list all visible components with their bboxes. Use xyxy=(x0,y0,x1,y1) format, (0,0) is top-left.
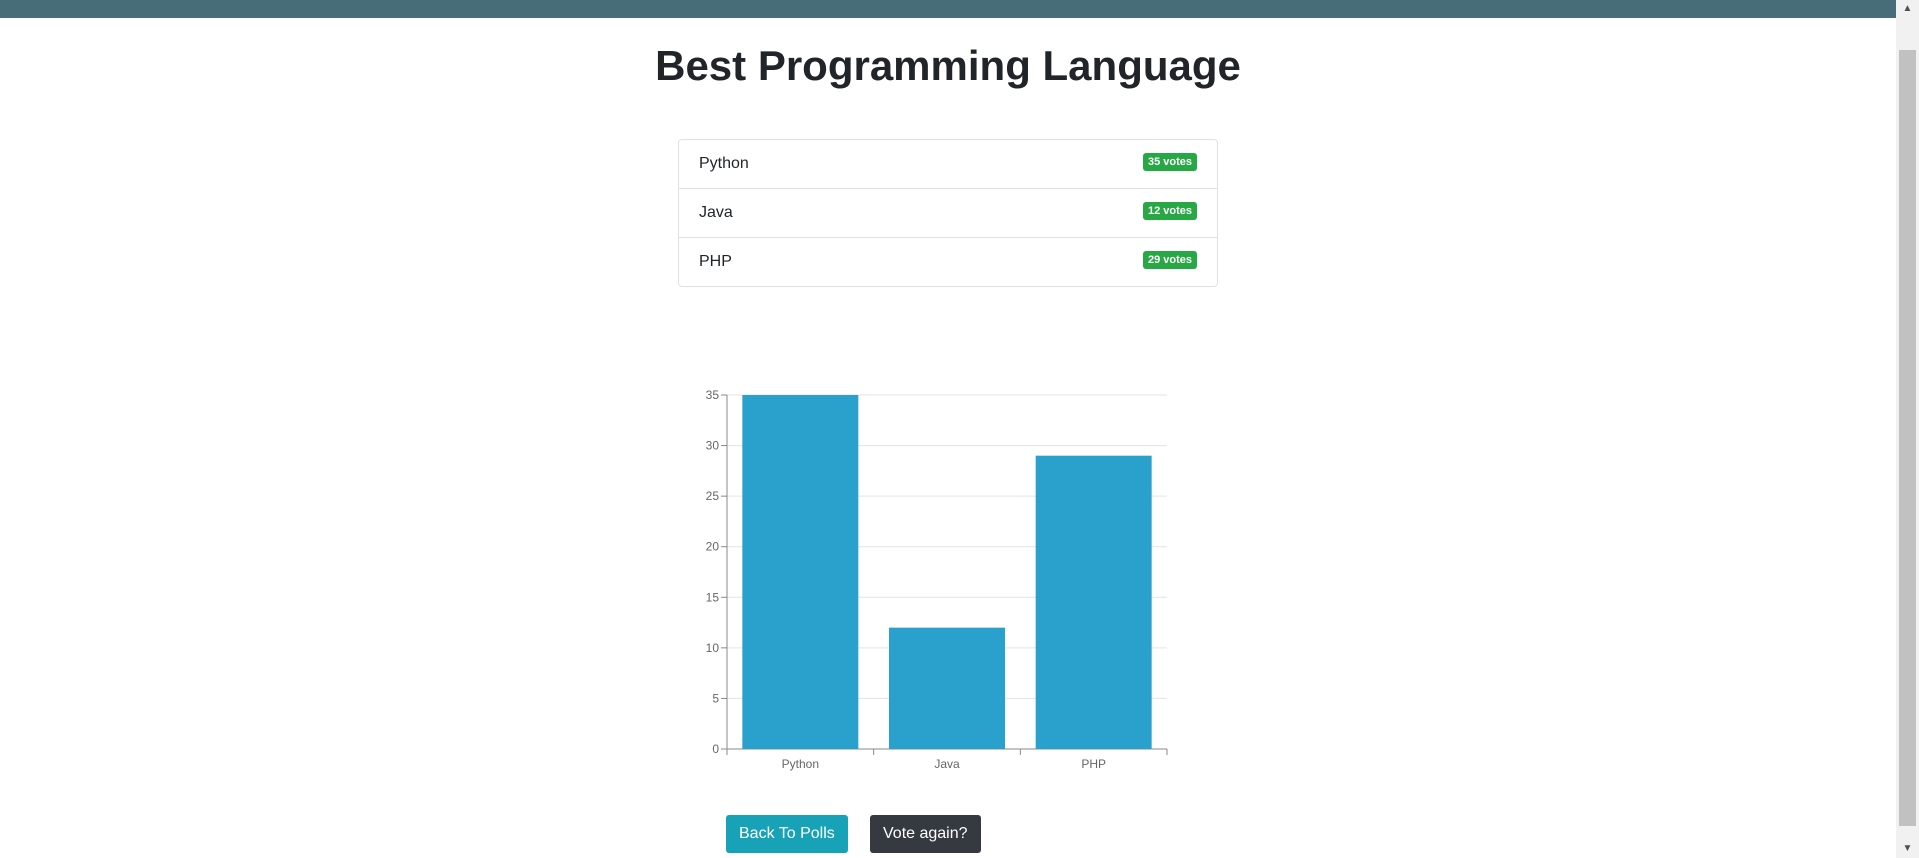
votes-bar-chart: 0 5 10 15 20 25 30 35 Python Java PHP xyxy=(690,380,1180,780)
y-tick-label: 15 xyxy=(706,590,720,604)
scroll-down-arrow-icon[interactable]: ▼ xyxy=(1896,840,1919,858)
vote-item-label: Python xyxy=(699,155,749,172)
vote-item-label: PHP xyxy=(699,253,732,270)
bar-python xyxy=(742,395,859,749)
page-title: Best Programming Language xyxy=(655,42,1241,89)
vote-again-button[interactable]: Vote again? xyxy=(870,815,981,853)
scroll-thumb[interactable] xyxy=(1899,50,1916,826)
y-tick-label: 25 xyxy=(706,489,720,503)
vote-count-badge: 12 votes xyxy=(1142,202,1197,220)
vote-item-php: PHP 29 votes xyxy=(679,237,1217,286)
bar-php xyxy=(1035,455,1152,749)
vote-item-python: Python 35 votes xyxy=(679,140,1217,188)
scroll-up-arrow-icon[interactable]: ▲ xyxy=(1896,0,1919,18)
y-tick-label: 10 xyxy=(706,641,720,655)
vote-item-label: Java xyxy=(699,204,733,221)
vertical-scrollbar[interactable]: ▲ ▼ xyxy=(1896,0,1919,858)
vote-item-java: Java 12 votes xyxy=(679,188,1217,237)
x-tick-label: Python xyxy=(782,757,819,771)
y-tick-label: 0 xyxy=(712,742,719,756)
y-tick-label: 35 xyxy=(706,388,720,402)
y-tick-label: 5 xyxy=(712,691,719,705)
x-tick-label: Java xyxy=(934,757,960,771)
vote-results-list: Python 35 votes Java 12 votes PHP 29 vot… xyxy=(678,139,1218,287)
back-to-polls-button[interactable]: Back To Polls xyxy=(726,815,848,853)
vote-count-badge: 35 votes xyxy=(1142,153,1197,171)
y-tick-label: 30 xyxy=(706,439,720,453)
vote-count-badge: 29 votes xyxy=(1142,251,1197,269)
x-tick-label: PHP xyxy=(1081,757,1106,771)
y-tick-label: 20 xyxy=(706,540,720,554)
bar-java xyxy=(889,627,1005,749)
bar-chart-svg: 0 5 10 15 20 25 30 35 Python Java PHP xyxy=(706,388,1168,771)
top-bar xyxy=(0,0,1896,18)
